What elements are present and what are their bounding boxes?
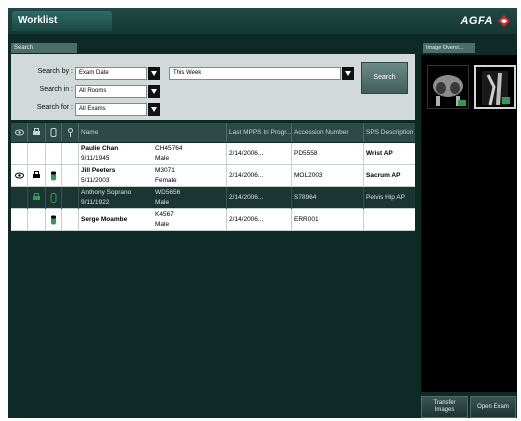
worklist-header: Name Last MPPS In Progr... Accession Num… <box>11 123 415 142</box>
transfer-label: Transfer <box>433 400 456 406</box>
chevron-down-icon <box>151 107 157 112</box>
accession-number: S78964 <box>294 194 317 201</box>
search-in-select[interactable]: All Rooms <box>75 85 147 98</box>
search-by-dropdown-button[interactable] <box>148 67 160 80</box>
pelvis-xray-icon <box>433 75 466 106</box>
printer-icon[interactable] <box>32 193 41 202</box>
column-name[interactable]: Name <box>81 123 221 142</box>
patient-sex: Male <box>155 221 170 228</box>
chevron-down-icon <box>345 71 351 76</box>
hip-xray-icon <box>482 71 510 106</box>
accession-number: PD5558 <box>294 150 318 157</box>
search-button[interactable]: Search <box>361 62 408 94</box>
eye-icon[interactable] <box>15 128 24 137</box>
printer-icon[interactable] <box>32 128 41 137</box>
accession-number: MOL2003 <box>294 172 323 179</box>
table-row[interactable]: Serge Moambe K4567 Male 2/14/2006... ERR… <box>11 209 415 231</box>
patient-dob: 5/11/2003 <box>81 177 110 184</box>
patient-dob: 9/11/1922 <box>81 199 110 206</box>
patient-name: Anthony Soprano <box>81 189 132 196</box>
image-thumbnail-selected[interactable] <box>474 65 516 109</box>
accession-number: ERR001 <box>294 216 319 223</box>
column-last-mpps[interactable]: Last MPPS In Progr... <box>229 123 291 142</box>
patient-sex: Male <box>155 155 170 162</box>
patient-name-cell: Anthony Soprano 9/11/1922 <box>81 188 131 208</box>
sps-description: Wrist AP <box>366 150 393 157</box>
cassette-icon[interactable] <box>49 215 58 225</box>
search-by-select[interactable]: Exam Date <box>75 67 147 80</box>
image-thumbnail[interactable] <box>427 65 469 109</box>
mpps-date: 2/14/2006... <box>229 216 264 223</box>
key-icon[interactable] <box>66 128 75 137</box>
patient-id-cell: WD5656 Male <box>155 188 180 208</box>
period-dropdown-button[interactable] <box>342 67 354 80</box>
patient-id: CH45764 <box>155 145 183 152</box>
patient-name: Jill Peeters <box>81 167 116 174</box>
patient-id-cell: CH45764 Male <box>155 144 182 164</box>
column-sps-description[interactable]: SPS Description <box>366 123 414 142</box>
patient-sex: Male <box>155 199 170 206</box>
cassette-icon[interactable] <box>49 171 58 181</box>
patient-id-cell: M3071 Female <box>155 166 177 186</box>
chevron-down-icon <box>151 89 157 94</box>
images-label: Images <box>434 407 455 413</box>
image-overview-panel <box>421 55 517 392</box>
cassette-icon[interactable] <box>49 128 58 137</box>
patient-dob: 9/11/1945 <box>81 155 110 162</box>
title-bar: Worklist AGFA <box>8 8 517 34</box>
chevron-down-icon <box>151 71 157 76</box>
table-row[interactable]: Jill Peeters 5/11/2003 M3071 Female 2/14… <box>11 165 415 187</box>
eye-icon[interactable] <box>15 171 24 180</box>
search-for-dropdown-button[interactable] <box>148 103 160 116</box>
period-select[interactable]: This Week <box>169 67 341 80</box>
table-row[interactable]: Paulie Chan 9/11/1945 CH45764 Male 2/14/… <box>11 143 415 165</box>
patient-name-cell: Jill Peeters 5/11/2003 <box>81 166 115 186</box>
patient-id: M3071 <box>155 167 175 174</box>
worklist-window: Worklist AGFA Search Search by : Exam Da… <box>8 8 517 418</box>
sps-description: Pelvis Hip AP <box>366 194 406 201</box>
sps-description: Sacrum AP <box>366 172 401 179</box>
transfer-images-button[interactable]: Transfer Images <box>421 396 468 418</box>
brand: AGFA <box>460 13 511 29</box>
agfa-logo-icon <box>498 15 510 27</box>
search-tab[interactable]: Search <box>11 43 77 53</box>
search-by-label: Search by : <box>37 68 73 75</box>
patient-name: Serge Moambe <box>81 216 128 223</box>
brand-name: AGFA <box>460 15 493 27</box>
patient-id-cell: K4567 Male <box>155 210 174 230</box>
image-overview-tab[interactable]: Image Overvi... <box>423 43 475 53</box>
printer-icon[interactable] <box>32 171 41 180</box>
patient-sex: Female <box>155 177 177 184</box>
window-title: Worklist <box>12 11 112 31</box>
table-row-selected[interactable]: Anthony Soprano 9/11/1922 WD5656 Male 2/… <box>11 187 415 209</box>
patient-name-cell: Paulie Chan 9/11/1945 <box>81 144 118 164</box>
patient-id: WD5656 <box>155 189 181 196</box>
mpps-date: 2/14/2006... <box>229 150 264 157</box>
mpps-date: 2/14/2006... <box>229 172 264 179</box>
search-for-select[interactable]: All Exams <box>75 103 147 116</box>
search-panel: Search by : Exam Date This Week Search i… <box>11 54 415 120</box>
open-exam-button[interactable]: Open Exam <box>470 396 516 418</box>
search-in-dropdown-button[interactable] <box>148 85 160 98</box>
cassette-icon[interactable] <box>49 193 58 203</box>
search-in-label: Search in : <box>39 86 73 93</box>
mpps-date: 2/14/2006... <box>229 194 264 201</box>
patient-id: K4567 <box>155 211 174 218</box>
search-for-label: Search for : <box>36 104 73 111</box>
column-accession[interactable]: Accession Number <box>294 123 362 142</box>
patient-name: Paulie Chan <box>81 145 119 152</box>
